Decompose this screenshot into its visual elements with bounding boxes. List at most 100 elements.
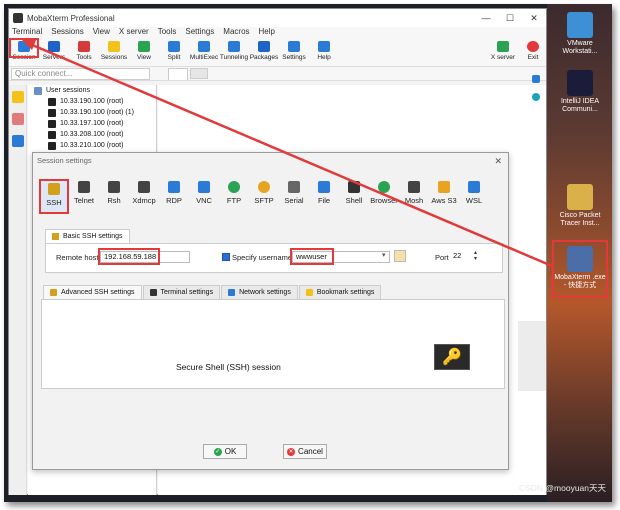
menu-macros[interactable]: Macros: [223, 27, 249, 39]
tree-item[interactable]: 10.33.210.100 (root): [28, 140, 156, 151]
session-type-mosh[interactable]: Mosh: [399, 179, 429, 214]
tree-item-label: 10.33.210.100 (root): [60, 142, 124, 149]
file-icon: [318, 181, 330, 193]
tab-terminal-settings[interactable]: Terminal settings: [142, 285, 221, 299]
browser-icon: [378, 181, 390, 193]
tab-basic-ssh-settings[interactable]: Basic SSH settings: [45, 229, 130, 243]
session-type-label: RDP: [166, 196, 182, 205]
session-type-sftp[interactable]: SFTP: [249, 179, 279, 214]
wsl-icon: [468, 181, 480, 193]
main-toolbar: Session Servers Tools Sessions View Spli…: [9, 39, 546, 67]
side-icon-strip: [9, 85, 27, 495]
tab-network-settings[interactable]: Network settings: [221, 285, 298, 299]
rsh-icon: [108, 181, 120, 193]
folder-icon: [34, 86, 42, 95]
tree-item[interactable]: 10.33.190.100 (root): [28, 96, 156, 107]
toolbar-label: Servers: [42, 54, 66, 61]
maximize-button[interactable]: ☐: [498, 13, 522, 24]
desktop-icon-cisco[interactable]: Cisco Packet Tracer Inst...: [552, 184, 608, 228]
port-label: Port: [435, 253, 449, 262]
menu-xserver[interactable]: X server: [119, 27, 149, 39]
session-type-label: WSL: [465, 196, 483, 205]
toolbar-tools-button[interactable]: Tools: [69, 39, 99, 61]
username-highlight: [290, 248, 334, 265]
toolbar-servers-button[interactable]: Servers: [39, 39, 69, 61]
session-type-rdp[interactable]: RDP: [159, 179, 189, 214]
session-type-label: Shell: [345, 196, 363, 205]
session-type-xdmcp[interactable]: Xdmcp: [129, 179, 159, 214]
title-bar: MobaXterm Professional — ☐ ✕: [9, 9, 546, 27]
close-button[interactable]: ✕: [522, 13, 546, 24]
toolbar-packages-button[interactable]: Packages: [249, 39, 279, 61]
toolbar-settings-button[interactable]: Settings: [279, 39, 309, 61]
session-type-vnc[interactable]: VNC: [189, 179, 219, 214]
toolbar-xserver-button[interactable]: X server: [486, 39, 520, 61]
toolbar-split-button[interactable]: Split: [159, 39, 189, 61]
session-type-browser[interactable]: Browser: [369, 179, 399, 214]
desktop-icon-label: VMware Workstati...: [562, 40, 598, 55]
specify-username-checkbox[interactable]: [222, 253, 230, 261]
cancel-button[interactable]: ✕ Cancel: [283, 444, 327, 459]
tree-root[interactable]: User sessions: [28, 85, 156, 96]
tree-item[interactable]: 10.33.190.100 (root) (1): [28, 107, 156, 118]
basic-settings-panel: Remote host 192.168.59.188 Specify usern…: [45, 243, 503, 273]
session-type-wsl[interactable]: WSL: [459, 179, 489, 214]
session-type-shell[interactable]: Shell: [339, 179, 369, 214]
cancel-icon: ✕: [287, 447, 296, 456]
toolbar-help-button[interactable]: Help: [309, 39, 339, 61]
attach-icon[interactable]: [532, 75, 540, 83]
session-type-label: FTP: [226, 196, 242, 205]
session-type-aws[interactable]: Aws S3: [429, 179, 459, 214]
toolbar-tunneling-button[interactable]: Tunneling: [219, 39, 249, 61]
ssh-icon: [48, 108, 56, 117]
home-tab[interactable]: [168, 67, 188, 80]
menu-sessions[interactable]: Sessions: [51, 27, 83, 39]
ok-button[interactable]: ✓ OK: [203, 444, 247, 459]
view-icon: [138, 41, 150, 52]
toolbar-view-button[interactable]: View: [129, 39, 159, 61]
multiexec-icon: [198, 41, 210, 52]
toolbar-label: X server: [490, 54, 516, 61]
session-type-rsh[interactable]: Rsh: [99, 179, 129, 214]
new-tab-button[interactable]: [190, 68, 208, 79]
menu-settings[interactable]: Settings: [185, 27, 214, 39]
menu-help[interactable]: Help: [259, 27, 275, 39]
desktop-icon-intellij[interactable]: IntelliJ IDEA Communi...: [552, 70, 608, 114]
toolbar-exit-button[interactable]: Exit: [520, 39, 546, 61]
macros-icon[interactable]: [12, 135, 24, 147]
toolbar-multiexec-button[interactable]: MultiExec: [189, 39, 219, 61]
user-manager-icon[interactable]: [394, 250, 406, 262]
star-icon[interactable]: [12, 91, 24, 103]
desktop-icon-mobaxterm[interactable]: MobaXterm .exe - 快捷方式: [552, 240, 608, 298]
tools-icon: [78, 41, 90, 52]
tree-item-label: 10.33.190.100 (root) (1): [60, 109, 134, 116]
gear-icon[interactable]: [532, 93, 540, 101]
chevron-down-icon[interactable]: ▾: [382, 251, 386, 259]
session-type-ssh[interactable]: SSH: [39, 179, 69, 214]
tools-icon[interactable]: [12, 113, 24, 125]
session-type-ftp[interactable]: FTP: [219, 179, 249, 214]
menu-tools[interactable]: Tools: [158, 27, 177, 39]
tab-advanced-ssh-settings[interactable]: Advanced SSH settings: [43, 285, 142, 299]
tree-item-label: 10.33.190.100 (root): [60, 98, 124, 105]
session-type-label: SFTP: [254, 196, 274, 205]
tab-label: Terminal settings: [160, 289, 214, 296]
shell-icon: [348, 181, 360, 193]
tree-item[interactable]: 10.33.208.100 (root): [28, 129, 156, 140]
tree-item[interactable]: 10.33.197.100 (root): [28, 118, 156, 129]
minimize-button[interactable]: —: [474, 13, 498, 24]
desktop-icon-label: Cisco Packet Tracer Inst...: [559, 212, 601, 227]
session-type-telnet[interactable]: Telnet: [69, 179, 99, 214]
toolbar-label: Packages: [249, 54, 279, 61]
tab-bookmark-settings[interactable]: Bookmark settings: [298, 285, 382, 299]
session-type-serial[interactable]: Serial: [279, 179, 309, 214]
menu-view[interactable]: View: [93, 27, 110, 39]
desktop-icon-vmware[interactable]: VMware Workstati...: [552, 12, 608, 56]
port-stepper-icon[interactable]: ▴ ▾: [474, 250, 477, 262]
dialog-close-icon[interactable]: ✕: [494, 153, 502, 169]
quick-connect-input[interactable]: Quick connect...: [11, 67, 150, 80]
session-button-highlight: [9, 38, 39, 58]
session-type-label: File: [317, 196, 331, 205]
toolbar-sessions-button[interactable]: Sessions: [99, 39, 129, 61]
session-type-file[interactable]: File: [309, 179, 339, 214]
